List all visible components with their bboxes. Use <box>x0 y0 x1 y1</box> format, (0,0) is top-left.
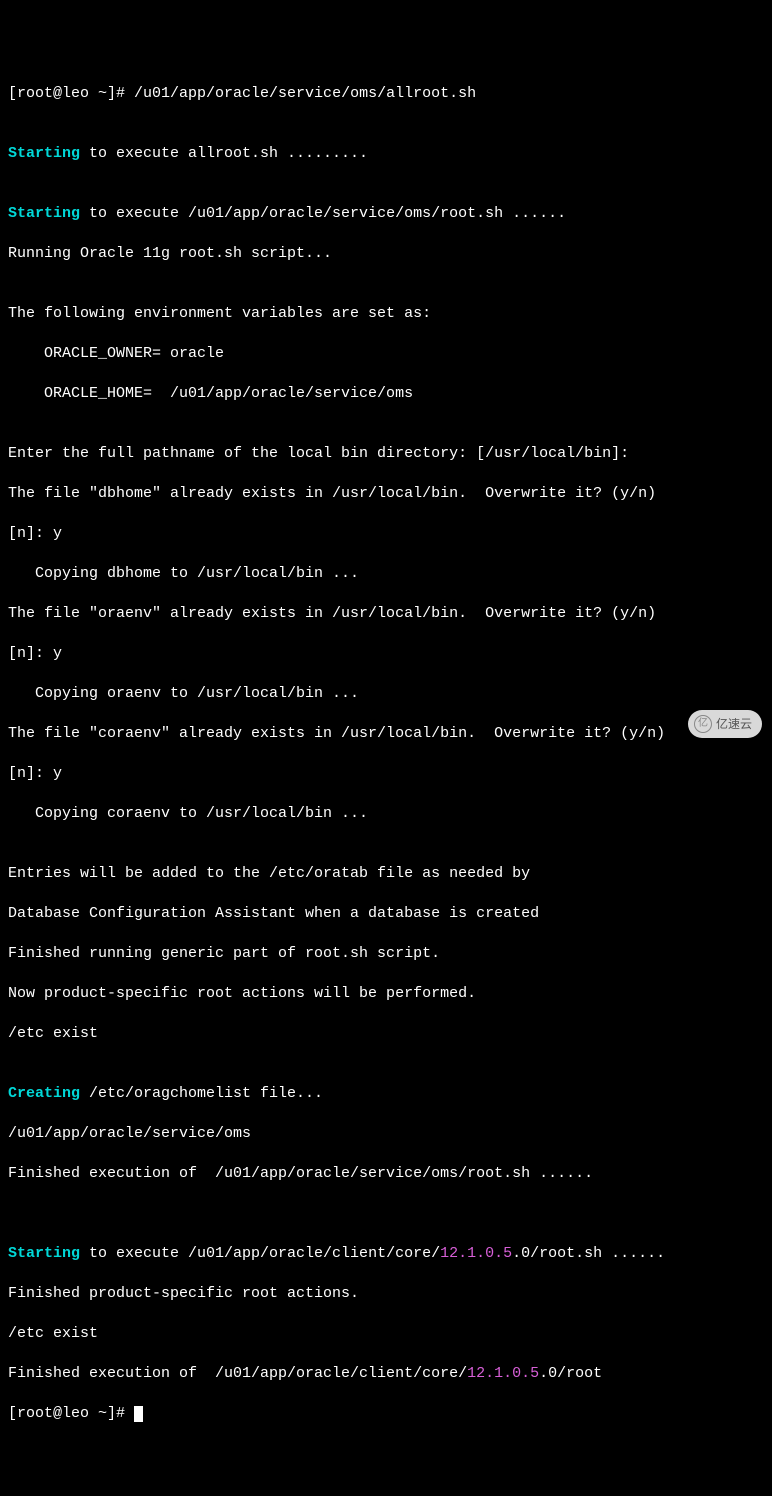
output-line: Starting to execute allroot.sh ......... <box>8 144 764 164</box>
output-line: [n]: y <box>8 644 764 664</box>
output-text: .0/root.sh ...... <box>512 1245 665 1262</box>
output-text: Finished execution of /u01/app/oracle/cl… <box>8 1365 467 1382</box>
output-text: to execute /u01/app/oracle/client/core/ <box>80 1245 440 1262</box>
watermark-icon: 亿 <box>694 715 712 733</box>
version-number: 12.1.0.5 <box>440 1245 512 1262</box>
terminal-prompt-line[interactable]: [root@leo ~]# <box>8 1404 764 1424</box>
output-line: Starting to execute /u01/app/oracle/clie… <box>8 1244 764 1264</box>
watermark-badge: 亿 亿速云 <box>688 710 762 738</box>
terminal-prompt-line: [root@leo ~]# /u01/app/oracle/service/om… <box>8 84 764 104</box>
output-text: /etc/oragchomelist file... <box>80 1085 323 1102</box>
output-line: The file "oraenv" already exists in /usr… <box>8 604 764 624</box>
output-text: to execute allroot.sh ......... <box>80 145 368 162</box>
output-line: Creating /etc/oragchomelist file... <box>8 1084 764 1104</box>
shell-prompt: [root@leo ~]# <box>8 85 134 102</box>
output-line: Entries will be added to the /etc/oratab… <box>8 864 764 884</box>
output-line: /u01/app/oracle/service/oms <box>8 1124 764 1144</box>
shell-prompt: [root@leo ~]# <box>8 1405 134 1422</box>
version-number: 12.1.0.5 <box>467 1365 539 1382</box>
output-line: Finished running generic part of root.sh… <box>8 944 764 964</box>
watermark-text: 亿速云 <box>716 714 752 734</box>
output-line: Copying coraenv to /usr/local/bin ... <box>8 804 764 824</box>
output-line: Running Oracle 11g root.sh script... <box>8 244 764 264</box>
output-text: .0/root <box>539 1365 602 1382</box>
output-line: /etc exist <box>8 1024 764 1044</box>
output-line: Database Configuration Assistant when a … <box>8 904 764 924</box>
output-line: [n]: y <box>8 524 764 544</box>
starting-keyword: Starting <box>8 1245 80 1262</box>
output-line: Copying oraenv to /usr/local/bin ... <box>8 684 764 704</box>
output-line: The following environment variables are … <box>8 304 764 324</box>
output-line: Finished execution of /u01/app/oracle/se… <box>8 1164 764 1184</box>
output-text: to execute /u01/app/oracle/service/oms/r… <box>80 205 566 222</box>
cursor-block <box>134 1406 143 1422</box>
output-line: Finished product-specific root actions. <box>8 1284 764 1304</box>
output-line: Finished execution of /u01/app/oracle/cl… <box>8 1364 764 1384</box>
starting-keyword: Starting <box>8 205 80 222</box>
output-line: Now product-specific root actions will b… <box>8 984 764 1004</box>
output-line: ORACLE_OWNER= oracle <box>8 344 764 364</box>
starting-keyword: Starting <box>8 145 80 162</box>
output-line: The file "coraenv" already exists in /us… <box>8 724 764 744</box>
output-line: Enter the full pathname of the local bin… <box>8 444 764 464</box>
output-line: [n]: y <box>8 764 764 784</box>
output-line: /etc exist <box>8 1324 764 1344</box>
output-line: Starting to execute /u01/app/oracle/serv… <box>8 204 764 224</box>
output-line: Copying dbhome to /usr/local/bin ... <box>8 564 764 584</box>
output-line: ORACLE_HOME= /u01/app/oracle/service/oms <box>8 384 764 404</box>
creating-keyword: Creating <box>8 1085 80 1102</box>
output-line: The file "dbhome" already exists in /usr… <box>8 484 764 504</box>
command-text: /u01/app/oracle/service/oms/allroot.sh <box>134 85 476 102</box>
